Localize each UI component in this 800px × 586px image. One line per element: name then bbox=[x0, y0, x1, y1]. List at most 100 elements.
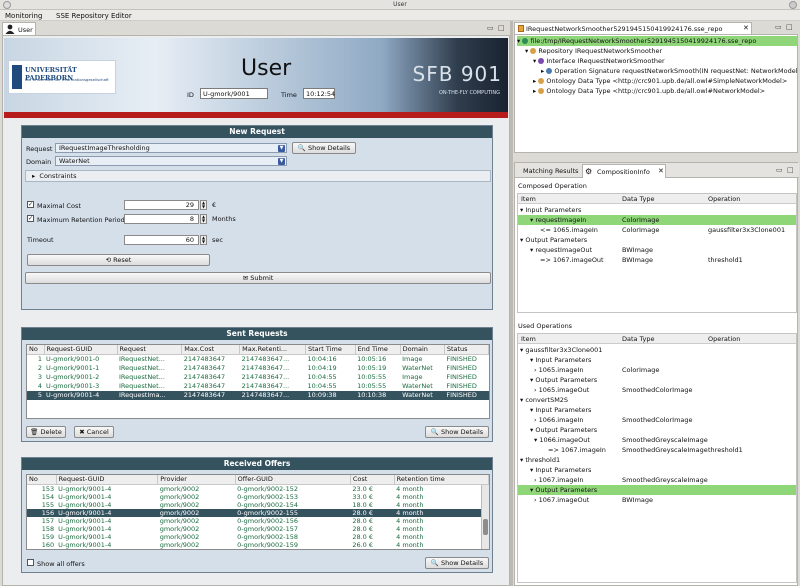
sent-requests-col-5[interactable]: Start Time bbox=[305, 345, 356, 355]
received-offers-col-3[interactable]: Offer-GUID bbox=[235, 475, 351, 485]
retention-stepper[interactable]: ▲ ▼ bbox=[200, 214, 207, 224]
submit-button[interactable]: ✉ Submit bbox=[25, 272, 491, 284]
received-offers-row[interactable]: 158 U-gmork/9001-4 gmork/9002 0-gmork/9002-… bbox=[27, 525, 489, 533]
sent-requests-col-0[interactable]: No bbox=[27, 345, 45, 355]
received-offers-row[interactable]: 155 U-gmork/9001-4 gmork/9002 0-gmork/9002-… bbox=[27, 501, 489, 509]
tree-node-ontology-1[interactable]: ▸ Ontology Data Type <http://crc901.upb.… bbox=[533, 76, 797, 86]
tree-node-ontology-2[interactable]: ▸ Ontology Data Type <http://crc901.upb.… bbox=[533, 86, 797, 96]
sent-requests-row[interactable]: 1 U-gmork/9001-0 IRequestNet... 2147483647 2… bbox=[27, 354, 489, 364]
sent-requests-row[interactable]: 5 U-gmork/9001-4 IRequestIma... 2147483647 2… bbox=[27, 390, 489, 400]
magnifier-icon: 🔍 bbox=[430, 559, 439, 567]
offers-scrollbar[interactable] bbox=[481, 485, 489, 549]
used-row[interactable]: ▾ Output Parameters bbox=[518, 375, 796, 385]
used-row[interactable]: ▾ Output Parameters bbox=[518, 425, 796, 435]
minimize-view-icon[interactable]: ▭ bbox=[776, 166, 783, 174]
used-datatype: SmoothedGreyscaleImage bbox=[622, 446, 708, 454]
used-row[interactable]: ▾ Input Parameters bbox=[518, 405, 796, 415]
timeout-input[interactable]: 60 bbox=[124, 235, 199, 245]
domain-label: Domain bbox=[26, 158, 52, 166]
sent-requests-col-7[interactable]: Domain bbox=[400, 345, 445, 355]
minimize-view-icon[interactable]: ▭ bbox=[487, 24, 494, 32]
used-row[interactable]: => 1067.imageIn SmoothedGreyscaleImage thr… bbox=[518, 445, 796, 455]
tree-node-operation[interactable]: ▸ Operation Signature requestNetworkSmoo… bbox=[541, 66, 797, 76]
received-offers-row[interactable]: 160 U-gmork/9001-4 gmork/9002 0-gmork/9002-… bbox=[27, 541, 489, 549]
minimize-view-icon[interactable]: ▭ bbox=[775, 23, 782, 31]
composed-row[interactable]: ▾ requestImageIn ColorImage bbox=[518, 215, 796, 225]
received-offers-row[interactable]: 159 U-gmork/9001-4 gmork/9002 0-gmork/9002-… bbox=[27, 533, 489, 541]
tree-node-interface[interactable]: ▾ Interface IRequestNetworkSmoother bbox=[533, 56, 797, 66]
reset-button[interactable]: ⟲ Reset bbox=[27, 254, 210, 266]
menu-sse-repository-editor[interactable]: SSE Repository Editor bbox=[56, 12, 132, 20]
request-select[interactable]: IRequestImageThresholding ▼ bbox=[55, 143, 287, 153]
close-window-icon[interactable] bbox=[789, 1, 797, 9]
timeout-stepper[interactable]: ▲ ▼ bbox=[200, 235, 207, 245]
cancel-button[interactable]: ✖ Cancel bbox=[74, 426, 114, 438]
constraints-expander[interactable]: ▸ Constraints bbox=[25, 170, 491, 182]
maximize-view-icon[interactable]: □ bbox=[787, 166, 794, 174]
show-all-offers-checkbox[interactable] bbox=[27, 559, 34, 566]
sent-requests-col-1[interactable]: Request-GUID bbox=[44, 345, 118, 355]
tree-node-repository[interactable]: ▾ Repository IRequestNetworkSmoother bbox=[525, 46, 797, 56]
used-row[interactable]: ▾ gaussfilter3x3Clone001 bbox=[518, 345, 796, 355]
maximize-view-icon[interactable]: □ bbox=[786, 23, 793, 31]
used-row[interactable]: ▾ Output Parameters bbox=[518, 485, 796, 495]
received-offers-col-4[interactable]: Cost bbox=[350, 475, 395, 485]
composed-row[interactable]: => 1067.imageOut BWImage threshold1 bbox=[518, 255, 796, 265]
composition-icon: ⚙ bbox=[585, 167, 593, 176]
tab-repo-editor[interactable]: IRequestNetworkSmoother52919451504199241… bbox=[514, 22, 752, 34]
sent-show-details-button[interactable]: 🔍 Show Details bbox=[425, 426, 489, 438]
menu-monitoring[interactable]: Monitoring bbox=[5, 12, 42, 20]
received-offers-col-1[interactable]: Request-GUID bbox=[56, 475, 159, 485]
sent-requests-col-8[interactable]: Status bbox=[444, 345, 489, 355]
composed-row[interactable]: <= 1065.imageIn ColorImage gaussfilter3x3C… bbox=[518, 225, 796, 235]
used-row[interactable]: › 1065.imageOut SmoothedColorImage bbox=[518, 385, 796, 395]
used-row[interactable]: › 1066.imageIn SmoothedColorImage bbox=[518, 415, 796, 425]
used-row[interactable]: › 1067.imageOut BWImage bbox=[518, 495, 796, 505]
sent-requests-col-2[interactable]: Request bbox=[117, 345, 183, 355]
sent-requests-col-3[interactable]: Max.Cost bbox=[181, 345, 241, 355]
received-offers-col-2[interactable]: Provider bbox=[157, 475, 236, 485]
domain-select[interactable]: WaterNet ▼ bbox=[55, 156, 287, 166]
retention-input[interactable]: 8 bbox=[124, 214, 199, 224]
composed-item: ▾ Output Parameters bbox=[520, 236, 588, 244]
offers-show-details-button[interactable]: 🔍 Show Details bbox=[425, 557, 489, 569]
used-row[interactable]: › 1067.imageIn SmoothedGreyscaleImage bbox=[518, 475, 796, 485]
maximal-cost-stepper[interactable]: ▲ ▼ bbox=[200, 200, 207, 210]
tab-composition-info[interactable]: ⚙ CompositionInfo ✕ bbox=[582, 164, 666, 178]
sent-requests-col-4[interactable]: Max.Retenti... bbox=[239, 345, 306, 355]
close-tab-icon[interactable]: ✕ bbox=[658, 167, 664, 175]
view-sash[interactable] bbox=[510, 21, 513, 586]
received-offers-row[interactable]: 153 U-gmork/9001-4 gmork/9002 0-gmork/9002-… bbox=[27, 484, 489, 493]
used-row[interactable]: › 1065.imageIn ColorImage bbox=[518, 365, 796, 375]
received-offers-col-5[interactable]: Retention time bbox=[394, 475, 489, 485]
used-row[interactable]: ▾ Input Parameters bbox=[518, 465, 796, 475]
sent-requests-row[interactable]: 2 U-gmork/9001-1 IRequestNet... 2147483647 2… bbox=[27, 364, 489, 373]
offers-scrollbar-thumb[interactable] bbox=[483, 519, 488, 535]
tab-matching-results[interactable]: Matching Results bbox=[523, 167, 578, 175]
maximal-cost-checkbox[interactable]: ✓ bbox=[27, 201, 34, 208]
tree-node-file[interactable]: ▾ file:/tmp/IRequestNetworkSmoother52919… bbox=[517, 36, 797, 46]
used-row[interactable]: ▾ 1066.imageOut SmoothedGreyscaleImage bbox=[518, 435, 796, 445]
received-offers-row[interactable]: 156 U-gmork/9001-4 gmork/9002 0-gmork/9002-… bbox=[27, 508, 489, 517]
received-offers-row[interactable]: 157 U-gmork/9001-4 gmork/9002 0-gmork/9002-… bbox=[27, 517, 489, 525]
used-row[interactable]: ▾ Input Parameters bbox=[518, 355, 796, 365]
sent-requests-row[interactable]: 3 U-gmork/9001-2 IRequestNet... 2147483647 2… bbox=[27, 373, 489, 382]
sent-requests-row[interactable]: 4 U-gmork/9001-3 IRequestNet... 2147483647 2… bbox=[27, 382, 489, 391]
maximize-view-icon[interactable]: □ bbox=[498, 24, 505, 32]
received-offers-row[interactable]: 154 U-gmork/9001-4 gmork/9002 0-gmork/9002-… bbox=[27, 493, 489, 501]
timeout-unit: sec bbox=[212, 236, 223, 244]
used-row[interactable]: ▾ convertSM2S bbox=[518, 395, 796, 405]
close-tab-icon[interactable]: ✕ bbox=[743, 24, 749, 32]
received-offers-col-0[interactable]: No bbox=[27, 475, 57, 485]
composed-row[interactable]: ▾ Input Parameters bbox=[518, 205, 796, 215]
composed-row[interactable]: ▾ Output Parameters bbox=[518, 235, 796, 245]
retention-checkbox[interactable]: ✓ bbox=[27, 215, 34, 222]
sent-requests-col-6[interactable]: End Time bbox=[355, 345, 401, 355]
request-show-details-button[interactable]: 🔍 Show Details bbox=[292, 142, 356, 154]
used-row[interactable]: ▾ threshold1 bbox=[518, 455, 796, 465]
maximal-cost-input[interactable]: 29 bbox=[124, 200, 199, 210]
tab-user[interactable]: User bbox=[2, 22, 36, 35]
id-field[interactable]: U-gmork/9001 bbox=[200, 88, 268, 99]
delete-button[interactable]: 🗑 Delete bbox=[26, 426, 66, 438]
composed-row[interactable]: ▾ requestImageOut BWImage bbox=[518, 245, 796, 255]
